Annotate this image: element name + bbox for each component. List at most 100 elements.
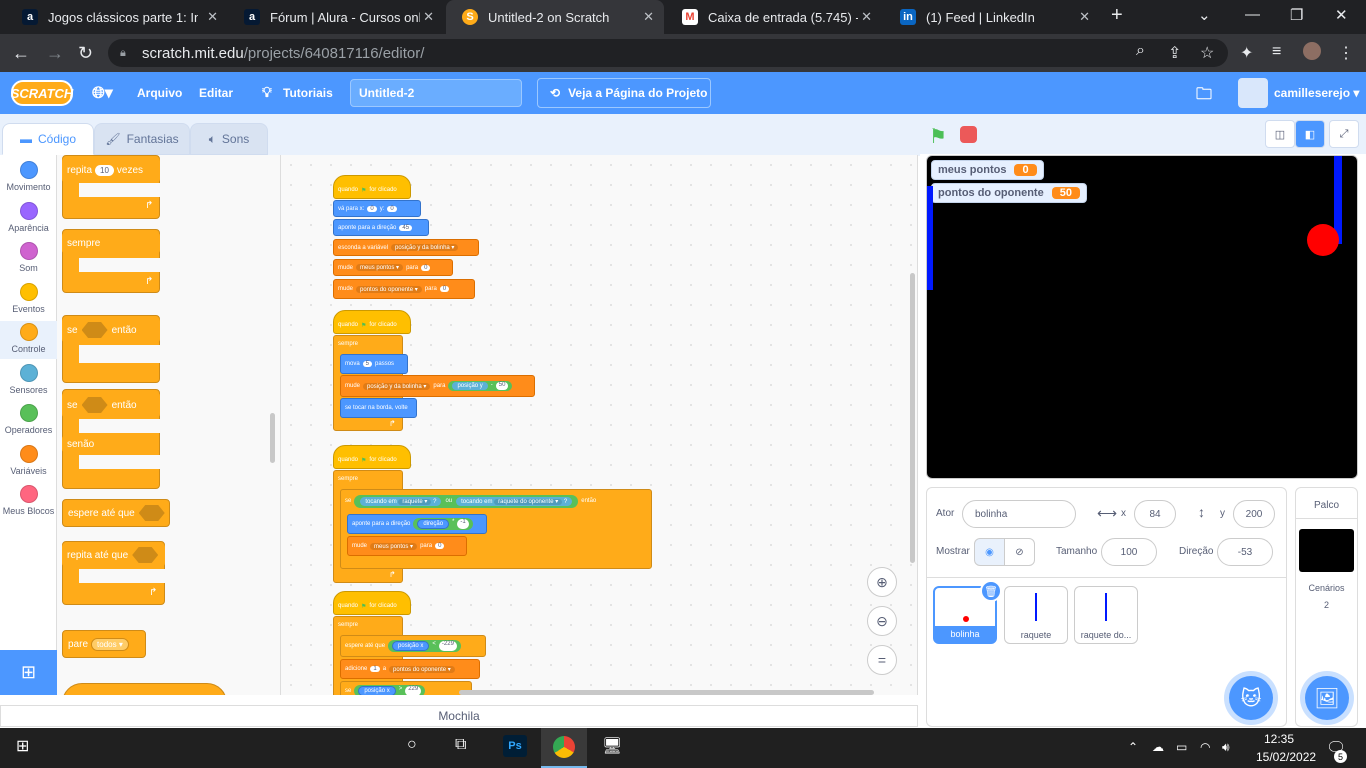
sprite-dropdown[interactable]: raquete ▾ bbox=[398, 498, 432, 505]
set-variable-block[interactable]: mude pontos do oponente ▾ para 0 bbox=[333, 279, 475, 299]
horizontal-scrollbar[interactable] bbox=[459, 690, 874, 695]
zoom-icon[interactable]: ⌕ bbox=[1136, 42, 1145, 60]
reload-icon[interactable]: ↻ bbox=[78, 43, 93, 64]
hat-block[interactable] bbox=[62, 683, 227, 695]
or-operator[interactable]: tocando em raquete ▾ ? ou tocando em raque… bbox=[354, 494, 579, 508]
y-input[interactable]: 200 bbox=[1233, 500, 1275, 528]
value-input[interactable]: 229 bbox=[405, 686, 422, 695]
greater-than-operator[interactable]: posição x >229 bbox=[354, 685, 426, 695]
touching-sensor[interactable]: tocando em raquete ▾ ? bbox=[360, 496, 442, 506]
category-som[interactable]: Som bbox=[0, 242, 57, 273]
new-tab-icon[interactable]: + bbox=[1111, 4, 1123, 27]
edit-menu[interactable]: Editar bbox=[199, 86, 233, 100]
show-visible-icon[interactable]: ◉ bbox=[974, 538, 1005, 566]
stop-icon[interactable] bbox=[960, 126, 977, 143]
direction-input[interactable]: -53 bbox=[1217, 538, 1273, 566]
minimize-icon[interactable]: — bbox=[1245, 6, 1260, 23]
value-input[interactable]: 50 bbox=[495, 382, 509, 390]
when-flag-clicked-block[interactable]: quando ⚑ for clicado bbox=[333, 445, 411, 469]
value-input[interactable]: -229 bbox=[438, 641, 457, 651]
x-position-reporter[interactable]: posição x bbox=[392, 641, 430, 651]
value-input[interactable]: 0 bbox=[439, 286, 450, 292]
variable-dropdown[interactable]: meus pontos ▾ bbox=[370, 542, 418, 550]
variable-dropdown[interactable]: posição y da bolinha ▾ bbox=[391, 244, 459, 251]
when-flag-clicked-block[interactable]: quando ⚑ for clicado bbox=[333, 310, 411, 334]
set-variable-block[interactable]: mude meus pontos ▾ para 0 bbox=[333, 259, 453, 276]
category-aparência[interactable]: Aparência bbox=[0, 201, 57, 233]
category-variáveis[interactable]: Variáveis bbox=[0, 444, 57, 476]
windows-start-icon[interactable]: ⊞ bbox=[16, 736, 29, 756]
value-input[interactable]: 1 bbox=[370, 666, 380, 672]
palette-scrollbar[interactable] bbox=[270, 413, 275, 463]
see-project-page-button[interactable]: ⟲ Veja a Página do Projeto bbox=[537, 78, 711, 108]
app-icon[interactable]: 🖥︎ bbox=[602, 736, 622, 756]
x-input[interactable]: 84 bbox=[1134, 500, 1176, 528]
photoshop-icon[interactable]: Ps bbox=[503, 735, 527, 757]
close-icon[interactable]: ✕ bbox=[1079, 9, 1090, 25]
category-eventos[interactable]: Eventos bbox=[0, 282, 57, 314]
add-extension-button[interactable]: ⊞ bbox=[0, 650, 57, 695]
stop-dropdown[interactable]: todos ▾ bbox=[91, 637, 129, 651]
condition-slot[interactable] bbox=[81, 397, 108, 413]
tab-code[interactable]: ▬ Código bbox=[2, 123, 94, 155]
variable-dropdown[interactable]: meus pontos ▾ bbox=[356, 264, 404, 271]
zoom-reset-icon[interactable]: = bbox=[867, 645, 897, 675]
stage-thumbnail[interactable] bbox=[1299, 529, 1354, 572]
wait-until-block[interactable]: espere até que posição x < -229 bbox=[340, 635, 486, 657]
tab-sounds[interactable]: 🔈︎ Sons bbox=[190, 123, 268, 155]
sprite-dropdown[interactable]: raquete do oponente ▾ bbox=[494, 498, 563, 505]
zoom-in-icon[interactable]: ⊕ bbox=[867, 567, 897, 597]
task-view-icon[interactable]: ⧉ bbox=[455, 736, 466, 754]
set-variable-block[interactable]: mude meus pontos ▾ para 0 bbox=[347, 536, 467, 556]
zoom-out-icon[interactable]: ⊖ bbox=[867, 606, 897, 636]
close-icon[interactable]: ✕ bbox=[207, 9, 218, 25]
browser-tab[interactable]: M Caixa de entrada (5.745) - ca✕ bbox=[666, 0, 882, 34]
star-icon[interactable]: ☆ bbox=[1200, 43, 1214, 63]
category-meus-blocos[interactable]: Meus Blocos bbox=[0, 485, 57, 516]
go-to-xy-block[interactable]: vá para x: 0 y: 0 bbox=[333, 200, 421, 217]
add-sprite-icon[interactable]: 🐱︎ bbox=[1229, 676, 1273, 720]
wifi-icon[interactable]: ◠ bbox=[1200, 740, 1210, 754]
when-flag-clicked-block[interactable]: quando ⚑ for clicado bbox=[333, 591, 411, 615]
size-input[interactable]: 100 bbox=[1101, 538, 1157, 566]
category-movimento[interactable]: Movimento bbox=[0, 161, 57, 192]
avatar[interactable] bbox=[1238, 78, 1268, 108]
wait-until-block[interactable]: espere até que bbox=[62, 499, 170, 527]
battery-icon[interactable]: ▭ bbox=[1176, 740, 1187, 754]
extensions-icon[interactable]: ✦ bbox=[1240, 43, 1253, 63]
variable-dropdown[interactable]: posição y da bolinha ▾ bbox=[363, 382, 431, 390]
back-icon[interactable]: ← bbox=[12, 43, 30, 64]
green-flag-icon[interactable]: ⚑ bbox=[929, 124, 947, 149]
sprite-name-input[interactable]: bolinha bbox=[962, 500, 1076, 528]
tab-costumes[interactable]: 🖌︎ Fantasias bbox=[94, 123, 190, 155]
forward-icon[interactable]: → bbox=[46, 43, 64, 64]
if-then-block[interactable]: se posição x >229 bbox=[340, 681, 472, 695]
browser-tab-active[interactable]: S Untitled-2 on Scratch ✕ bbox=[446, 0, 664, 34]
sprite-thumbnail-raquete-oponente[interactable]: raquete do... bbox=[1074, 586, 1138, 644]
value-input[interactable]: 0 bbox=[421, 264, 431, 271]
stage-canvas[interactable]: meus pontos 0 pontos do oponente 50 bbox=[926, 155, 1358, 479]
fullscreen-icon[interactable]: ⤢ bbox=[1329, 120, 1359, 148]
when-flag-clicked-block[interactable]: quando ⚑ for clicado bbox=[333, 175, 411, 199]
tutorials-menu[interactable]: Tutoriais bbox=[283, 86, 333, 100]
clock-date[interactable]: 15/02/2022 bbox=[1256, 750, 1316, 764]
value-input[interactable]: 0 bbox=[435, 543, 445, 549]
close-icon[interactable]: ✕ bbox=[423, 9, 434, 25]
repeat-count-input[interactable]: 10 bbox=[95, 164, 114, 176]
condition-slot[interactable] bbox=[81, 322, 108, 338]
scratch-logo[interactable]: SCRATCH bbox=[11, 80, 73, 106]
set-variable-block[interactable]: mude posição y da bolinha ▾ para posição y-… bbox=[340, 375, 535, 397]
tab-search-icon[interactable]: ⌄ bbox=[1198, 6, 1211, 24]
value-input[interactable]: -1 bbox=[457, 519, 469, 529]
steps-input[interactable]: 5 bbox=[362, 361, 373, 367]
username-menu[interactable]: camilleserejo ▾ bbox=[1274, 86, 1359, 100]
browser-tab[interactable]: in (1) Feed | LinkedIn ✕ bbox=[884, 0, 1100, 34]
condition-slot[interactable] bbox=[138, 505, 165, 521]
category-operadores[interactable]: Operadores bbox=[0, 404, 57, 435]
variable-dropdown[interactable]: pontos do oponente ▾ bbox=[389, 665, 455, 673]
tray-up-icon[interactable]: ⌃ bbox=[1128, 740, 1138, 754]
search-circle-icon[interactable]: ○ bbox=[407, 736, 417, 754]
url-input[interactable]: 🔒︎ scratch.mit.edu/projects/640817116/edi… bbox=[108, 39, 1228, 67]
profile-avatar[interactable] bbox=[1303, 42, 1321, 60]
code-workspace[interactable]: quando ⚑ for clicado vá para x: 0 y: 0 aponte… bbox=[281, 155, 918, 695]
